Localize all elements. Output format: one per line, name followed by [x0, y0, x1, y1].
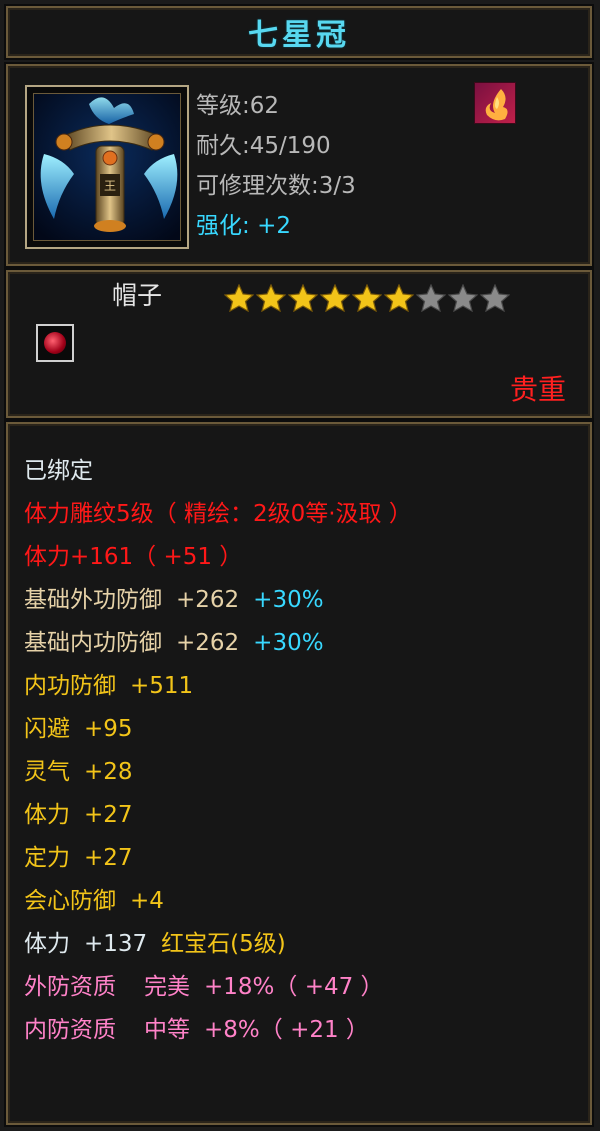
item-info-lines: 等级:62 耐久:45/190 可修理次数:3/3 强化: +2: [196, 86, 356, 246]
stat-value: +262: [176, 630, 240, 656]
spirit-stat: 灵气 +28: [24, 751, 412, 794]
item-repair-count: 可修理次数:3/3: [196, 173, 356, 199]
base-internal-defense-stat: 基础内功防御 +262 +30%: [24, 622, 412, 665]
external-defense-quality-stat: 外防资质 完美 +18%（ +47 ）: [24, 966, 412, 1009]
stat-percent: +30%: [253, 587, 324, 613]
base-external-defense-stat: 基础外功防御 +262 +30%: [24, 579, 412, 622]
stat-label: 体力: [24, 802, 70, 828]
item-type: 帽子: [112, 281, 163, 310]
vitality-bonus-stat: 体力+161（ +51 ）: [24, 544, 243, 570]
item-level: 等级:62: [196, 93, 280, 119]
stat-label: 内功防御: [24, 673, 116, 699]
stat-label: 基础内功防御: [24, 630, 162, 656]
dodge-stat: 闪避 +95: [24, 708, 412, 751]
stat-label: 会心防御: [24, 888, 116, 914]
star-filled-icon: [352, 284, 382, 312]
stat-label: 体力: [24, 931, 70, 957]
bound-status: 已绑定: [24, 458, 93, 484]
stat-label: 闪避: [24, 716, 70, 742]
stat-value: +27: [84, 845, 133, 871]
gem-slot-icon[interactable]: [36, 324, 74, 362]
enhance-value: +2: [257, 213, 291, 239]
gem-bonus-stat: 体力 +137 红宝石(5级): [24, 923, 412, 966]
star-rating: [224, 284, 510, 312]
stat-value: +511: [130, 673, 194, 699]
title-bar: 七星冠: [6, 6, 592, 58]
item-icon-frame: 王: [25, 85, 189, 249]
crit-defense-stat: 会心防御 +4: [24, 880, 412, 923]
star-empty-icon: [448, 284, 478, 312]
star-filled-icon: [224, 284, 254, 312]
internal-defense-quality-stat: 内防资质 中等 +8%（ +21 ）: [24, 1009, 412, 1052]
stat-value: +4: [130, 888, 164, 914]
item-durability: 耐久:45/190: [196, 133, 331, 159]
stat-value: +137: [84, 931, 148, 957]
stat-value: +262: [176, 587, 240, 613]
stats-panel: 已绑定 体力雕纹5级（ 精绘：2级0等·汲取 ） 体力+161（ +51 ） 基…: [6, 422, 592, 1125]
svg-text:王: 王: [104, 179, 116, 193]
stat-value: +27: [84, 802, 133, 828]
stat-label: 灵气: [24, 759, 70, 785]
stat-label: 外防资质: [24, 974, 116, 1000]
item-meta-panel: 帽子 贵重: [6, 270, 592, 418]
star-empty-icon: [480, 284, 510, 312]
star-filled-icon: [384, 284, 414, 312]
stat-value: +18%（ +47 ）: [204, 974, 384, 1000]
quality-grade: 中等: [144, 1017, 190, 1043]
item-name: 七星冠: [248, 18, 350, 53]
engrave-stat: 体力雕纹5级（ 精绘：2级0等·汲取 ）: [24, 501, 412, 527]
star-filled-icon: [320, 284, 350, 312]
stat-label: 基础外功防御: [24, 587, 162, 613]
fire-attribute-icon: [474, 82, 516, 124]
internal-defense-stat: 内功防御 +511: [24, 665, 412, 708]
quality-grade: 完美: [144, 974, 190, 1000]
star-filled-icon: [288, 284, 318, 312]
stat-value: +95: [84, 716, 133, 742]
rarity-label: 贵重: [509, 373, 566, 406]
crown-icon: 王: [34, 94, 180, 240]
star-empty-icon: [416, 284, 446, 312]
item-info-panel: 王 等级:62 耐久:45/190 可修理次数:3/3 强化: +2: [6, 64, 592, 266]
item-enhance: 强化: +2: [196, 206, 356, 246]
stat-value: +28: [84, 759, 133, 785]
vitality-stat: 体力 +27: [24, 794, 412, 837]
gem-name: 红宝石(5级): [161, 931, 286, 957]
focus-stat: 定力 +27: [24, 837, 412, 880]
enhance-label: 强化:: [196, 213, 250, 239]
stat-value: +8%（ +21 ）: [204, 1017, 369, 1043]
stat-label: 定力: [24, 845, 70, 871]
stat-label: 内防资质: [24, 1017, 116, 1043]
star-filled-icon: [256, 284, 286, 312]
stat-list: 已绑定 体力雕纹5级（ 精绘：2级0等·汲取 ） 体力+161（ +51 ） 基…: [24, 450, 412, 1052]
stat-percent: +30%: [253, 630, 324, 656]
